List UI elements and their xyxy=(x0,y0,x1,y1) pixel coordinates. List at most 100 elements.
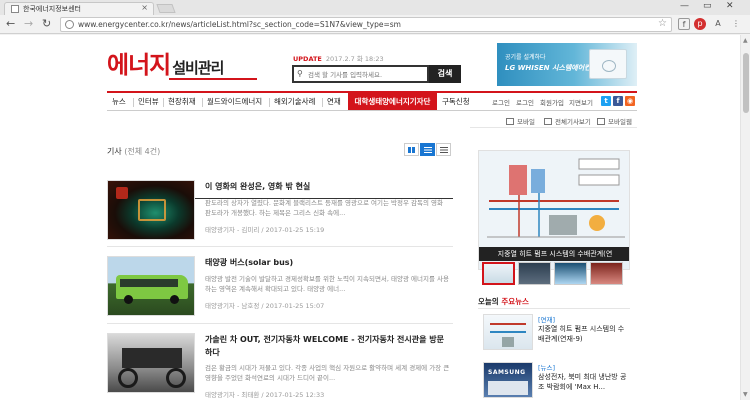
extension-icon[interactable]: f xyxy=(678,18,690,30)
browser-tabstrip: 한국에너지정보센터 × — ▭ ✕ xyxy=(0,0,750,15)
article-date: 2017-01-25 12:33 xyxy=(265,391,325,399)
nav-overseas[interactable]: 해외기술사례 xyxy=(274,96,315,107)
sub-all-articles[interactable]: 전체기사보기 xyxy=(544,116,591,126)
search-button[interactable]: 검색 xyxy=(429,65,461,83)
page-scrollbar[interactable]: ▲ ▼ xyxy=(740,35,750,400)
article-thumbnail[interactable] xyxy=(107,333,195,393)
translate-icon[interactable]: A xyxy=(712,18,724,30)
side-news-title[interactable]: 지중열 히트 펌프 시스템의 수배관계(연재-9) xyxy=(538,324,630,344)
scroll-thumb[interactable] xyxy=(743,53,749,113)
nav-divider xyxy=(322,98,323,107)
scroll-up-icon[interactable]: ▲ xyxy=(743,37,748,44)
sub-all-articles-label: 전체기사보기 xyxy=(555,118,591,126)
url-text[interactable]: www.energycenter.co.kr/news/articleList.… xyxy=(78,20,401,29)
slide-thumbnails xyxy=(482,262,630,286)
article-author: 태양광기자 - 남호정 xyxy=(205,302,260,310)
main-nav: 뉴스 인터뷰 현장취재 월드와이드에너지 해외기술사례 연재 대학생태양에너지기… xyxy=(107,91,637,111)
sub-mobile-web-label: 모바일웹 xyxy=(608,118,632,126)
new-tab-button[interactable] xyxy=(156,4,176,13)
side-news-category: [뉴스] xyxy=(538,364,556,372)
today-label: 주요뉴스 xyxy=(501,297,529,306)
nav-news[interactable]: 뉴스 xyxy=(112,96,126,107)
nav-student-reporters[interactable]: 대학생태양에너지기자단 xyxy=(348,93,437,110)
article-title[interactable]: 이 영화의 완성은, 영화 밖 현실 xyxy=(205,180,450,193)
ad-banner[interactable]: 공기를 설계하다 LG WHISEN 시스템에어컨 xyxy=(497,43,637,86)
today-news-heading: 오늘의 주요뉴스 xyxy=(478,296,529,307)
menu-icon[interactable]: ⋮ xyxy=(730,18,742,30)
logo-main: 에너지 xyxy=(107,51,171,79)
article-meta: 태양광기자 - 김미리 / 2017-01-25 15:19 xyxy=(205,226,325,234)
nav-series[interactable]: 연재 xyxy=(327,96,341,107)
slide-thumb[interactable] xyxy=(554,262,587,285)
side-news-title[interactable]: 삼성전자, 북미 최대 냉난방 공조 박람회에 'Max H... xyxy=(538,372,630,392)
side-news-item[interactable]: [연재] 지중열 히트 펌프 시스템의 수배관계(연재-9) xyxy=(478,314,630,362)
sub-mobile[interactable]: 모바일 xyxy=(506,116,535,126)
article-meta: 태양광기자 - 최태환 / 2017-01-25 12:33 xyxy=(205,391,325,399)
sub-mobile-web[interactable]: 모바일웹 xyxy=(597,116,632,126)
util-login[interactable]: 로그인 xyxy=(492,97,510,107)
list-title-label: 기사 xyxy=(107,147,122,156)
samsung-logo: SAMSUNG xyxy=(488,369,526,376)
browser-tab[interactable]: 한국에너지정보센터 × xyxy=(4,2,154,15)
articles-icon xyxy=(544,118,552,125)
slide-thumb[interactable] xyxy=(518,262,551,285)
forward-icon[interactable]: → xyxy=(24,18,33,30)
list-view-icon[interactable] xyxy=(420,143,435,156)
tab-title: 한국에너지정보센터 xyxy=(23,5,81,13)
article-date: 2017-01-25 15:07 xyxy=(265,302,325,310)
nav-divider xyxy=(163,98,164,107)
nav-divider xyxy=(269,98,270,107)
article-title[interactable]: 태양광 버스(solar bus) xyxy=(205,256,450,269)
update-label: UPDATE xyxy=(293,55,322,63)
search-input[interactable] xyxy=(308,69,426,80)
ad-line1: 공기를 설계하다 xyxy=(505,54,546,61)
list-count: (전체 4건) xyxy=(124,147,161,156)
article-thumbnail[interactable] xyxy=(107,180,195,240)
article-title[interactable]: 가솔린 차 OUT, 전기자동차 WELCOME - 전기자동차 전시관을 방문… xyxy=(205,333,450,359)
scroll-down-icon[interactable]: ▼ xyxy=(743,391,748,398)
pinterest-icon[interactable]: p xyxy=(694,18,706,30)
twitter-icon[interactable]: t xyxy=(601,96,611,106)
util-logout[interactable]: 로그인 xyxy=(516,97,534,107)
side-news-thumbnail[interactable] xyxy=(483,314,533,350)
grid-view-icon[interactable] xyxy=(404,143,419,156)
nav-interview[interactable]: 인터뷰 xyxy=(138,96,159,107)
nav-divider xyxy=(202,98,203,107)
bookmark-star-icon[interactable]: ☆ xyxy=(658,18,667,29)
nav-subscribe[interactable]: 구독신청 xyxy=(442,96,470,107)
minimize-button[interactable]: — xyxy=(680,1,689,11)
nav-worldwide[interactable]: 월드와이드에너지 xyxy=(207,96,262,107)
reload-icon[interactable]: ↻ xyxy=(42,18,51,30)
site-logo[interactable]: 에너지 설비관리 xyxy=(107,51,257,81)
sidebar-slide[interactable]: 지중열 히트 펌프 시스템의 수배관계(연 xyxy=(478,150,630,270)
article-thumbnail[interactable] xyxy=(107,256,195,316)
update-time: 2017.2.7 화 18:23 xyxy=(325,55,384,63)
text-view-icon[interactable] xyxy=(436,143,451,156)
mobile-web-icon xyxy=(597,118,605,125)
nav-divider xyxy=(133,98,134,107)
slide-caption[interactable]: 지중열 히트 펌프 시스템의 수배관계(연 xyxy=(479,247,629,261)
page-info-icon[interactable] xyxy=(65,20,74,29)
util-join[interactable]: 회원가입 xyxy=(540,97,564,107)
close-tab-icon[interactable]: × xyxy=(141,3,148,12)
favicon-icon xyxy=(11,5,19,13)
util-paper[interactable]: 지면보기 xyxy=(569,97,593,107)
slide-thumb[interactable] xyxy=(590,262,623,285)
sub-divider xyxy=(470,127,637,128)
close-window-button[interactable]: ✕ xyxy=(726,1,734,11)
article-author: 태양광기자 - 최태환 xyxy=(205,391,260,399)
article-meta: 태양광기자 - 남호정 / 2017-01-25 15:07 xyxy=(205,302,325,310)
side-news-thumbnail[interactable]: SAMSUNG xyxy=(483,362,533,398)
web-page: 에너지설비관리 UPDATE2017.2.7 화 18:23 ⚲ 검색 공기를 … xyxy=(0,35,740,400)
url-bar[interactable]: www.energycenter.co.kr/news/articleList.… xyxy=(60,17,672,32)
maximize-button[interactable]: ▭ xyxy=(703,1,712,11)
nav-field[interactable]: 현장취재 xyxy=(168,96,196,107)
side-news-item[interactable]: SAMSUNG [뉴스] 삼성전자, 북미 최대 냉난방 공조 박람회에 'Ma… xyxy=(478,362,630,400)
today-prefix: 오늘의 xyxy=(478,297,499,306)
facebook-icon[interactable]: f xyxy=(613,96,623,106)
logo-underline xyxy=(169,78,257,80)
article-divider xyxy=(107,323,453,324)
rss-icon[interactable]: ◉ xyxy=(625,96,635,106)
back-icon[interactable]: ← xyxy=(6,18,15,30)
slide-thumb[interactable] xyxy=(482,262,515,285)
